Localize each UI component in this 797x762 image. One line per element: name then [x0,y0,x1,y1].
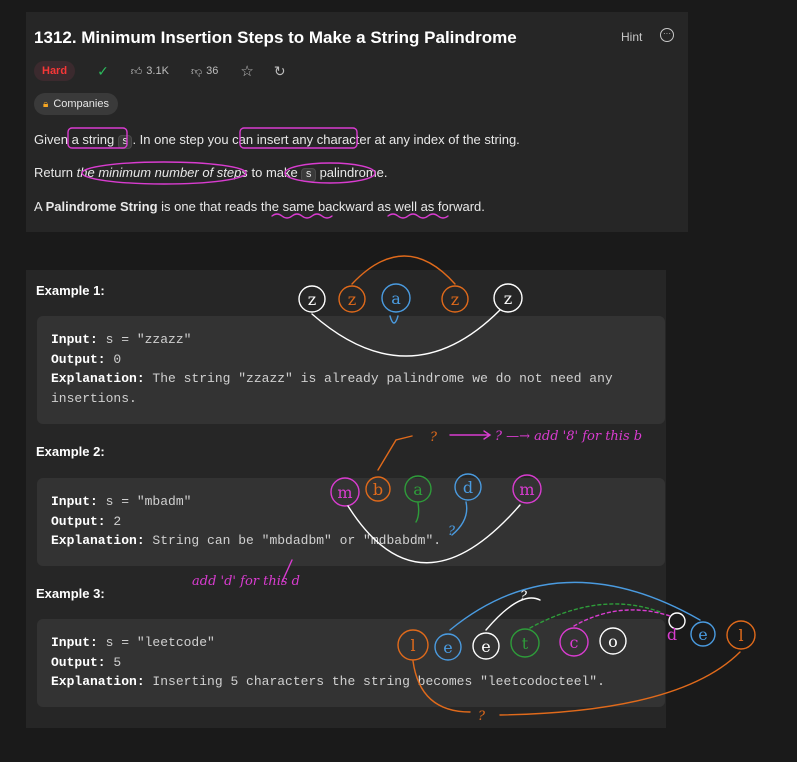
inline-code-s: s [301,168,316,182]
more-options-icon[interactable]: ··· [660,28,674,42]
description-paragraph-1: Given a string s. In one step you can in… [34,132,520,149]
example-3-box: Input: s = "leetcode" Output: 5 Explanat… [37,619,665,707]
example-1-label: Example 1: [36,283,105,298]
annotation-letter: l [738,626,743,645]
star-icon[interactable]: ☆ [240,62,253,80]
thumbs-up-icon: 👍︎ [130,65,143,78]
problem-title: 1312. Minimum Insertion Steps to Make a … [34,28,517,47]
companies-label: Companies [53,98,109,110]
annotation-circle [668,612,686,630]
like-button[interactable]: 👍︎ 3.1K [131,65,169,78]
example-2-box: Input: s = "mbadm" Output: 2 Explanation… [37,478,665,566]
example-3-label: Example 3: [36,586,105,601]
example-1-box: Input: s = "zzazz" Output: 0 Explanation… [37,316,665,424]
share-icon[interactable]: ↻ [274,63,286,80]
lock-icon: 🔒︎ [43,98,49,110]
example-2-label: Example 2: [36,444,105,459]
difficulty-badge: Hard [34,61,76,81]
dislike-count: 36 [206,65,219,77]
annotation-letter: d [667,625,677,644]
hint-button[interactable]: Hint [621,30,642,44]
like-count: 3.1K [146,65,169,77]
inline-code-s: s [117,135,133,149]
dislike-button[interactable]: 👎︎ 36 [191,65,218,78]
companies-button[interactable]: 🔒︎ Companies [34,93,118,115]
solved-check-icon: ✓ [97,62,109,79]
problem-meta-bar: Hard ✓ 👍︎ 3.1K 👎︎ 36 ☆ ↻ [34,60,286,82]
description-paragraph-3: A Palindrome String is one that reads th… [34,199,485,214]
annotation-letter: e [698,625,707,644]
thumbs-down-icon: 👎︎ [190,65,203,78]
annotation-circle [726,620,756,650]
annotation-circle [690,621,716,647]
description-paragraph-2: Return the minimum number of steps to ma… [34,165,388,182]
